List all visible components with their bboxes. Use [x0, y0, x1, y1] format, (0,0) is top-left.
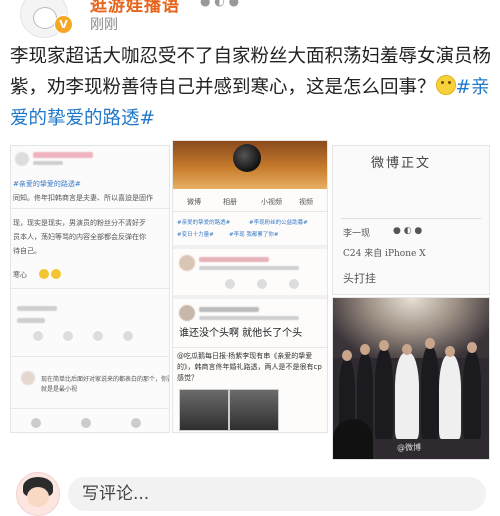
- image2-tag-1: #亲爱的挚爱的路透#: [177, 220, 231, 226]
- image1-reply: 就是是最小视: [41, 386, 78, 393]
- post-body: 李现家超话大咖忍受不了自家粉丝大面积荡妇羞辱女演员杨紫，劝李现粉善待自己并感到寒…: [10, 46, 492, 98]
- image2-tag-2: #李现粉丝的公益助募#: [249, 220, 308, 226]
- comment-bar: 写评论...: [0, 468, 500, 516]
- image2-comment-2: @吃瓜鹅每日报·杨紫李现有串《亲爱的挚爱的》，韩商言佟年婚礼路透，两人是不是很有…: [177, 352, 322, 382]
- image3-line-2: C24 来自 iPhone X: [343, 249, 426, 259]
- post-image-1[interactable]: #亲爱的挚爱的路透# 同知。佟年扣韩商言是夫妻、所以喜迫是固作 现，现实是现实，…: [10, 145, 170, 433]
- verified-badge-icon: V: [54, 15, 73, 34]
- image2-tag-3: #变日十力量#: [177, 232, 214, 238]
- image2-tab-short-video: 小视频: [261, 198, 282, 206]
- image1-line-3: 员本人，荡妇等骂的内容全部都会反弹在你: [13, 233, 146, 241]
- post-image-4[interactable]: @微博: [332, 297, 490, 460]
- smile-emoji-icon: [435, 75, 456, 95]
- user-avatar[interactable]: [16, 472, 60, 516]
- user-badge-icons: ● ◐ ●: [200, 0, 240, 8]
- post-timestamp: 刚刚: [90, 17, 118, 33]
- planet-image: [233, 144, 261, 172]
- image1-comment: 现在简单比后面好对家说来的都表白的那个，你要么不的: [41, 376, 169, 383]
- post-header: V 逛游娃播语 ● ◐ ● 刚刚: [0, 0, 500, 40]
- image2-tag-4: #李现 我都累了你#: [229, 232, 279, 238]
- image3-line-3: 头打挂: [343, 272, 376, 285]
- image1-line-1: 同知。佟年扣韩商言是夫妻、所以喜迫是固作: [13, 194, 153, 202]
- image1-line-4: 待自己。: [13, 247, 41, 255]
- image3-line-1: 李一现: [343, 229, 371, 239]
- image3-title: 微博正文: [371, 156, 432, 171]
- image1-topic: #亲爱的挚爱的路透#: [13, 180, 81, 188]
- image1-line-5: 寒心: [13, 271, 27, 279]
- post-image-2[interactable]: 微博 相册 小视频 视频 #亲爱的挚爱的路透# #李现粉丝的公益助募# #变日十…: [172, 140, 328, 433]
- image2-tab-weibo: 微博: [187, 198, 201, 206]
- image2-comment-1: 谁还没个头啊 就他长了个头: [179, 328, 303, 339]
- post-image-3[interactable]: 微博正文 李一现 ● ◐ ● C24 来自 iPhone X 头打挂: [332, 145, 490, 295]
- image2-tab-album: 相册: [223, 198, 237, 206]
- image3-emoji-icons: ● ◐ ●: [393, 226, 423, 236]
- image2-tab-video: 视频: [299, 198, 313, 206]
- image1-line-2: 现，现实是现实，男演员的粉丝分不清好歹: [13, 219, 146, 227]
- post-text: 李现家超话大咖忍受不了自家粉丝大面积荡妇羞辱女演员杨紫，劝李现粉善待自己并感到寒…: [10, 41, 492, 134]
- image4-watermark: @微博: [397, 443, 421, 452]
